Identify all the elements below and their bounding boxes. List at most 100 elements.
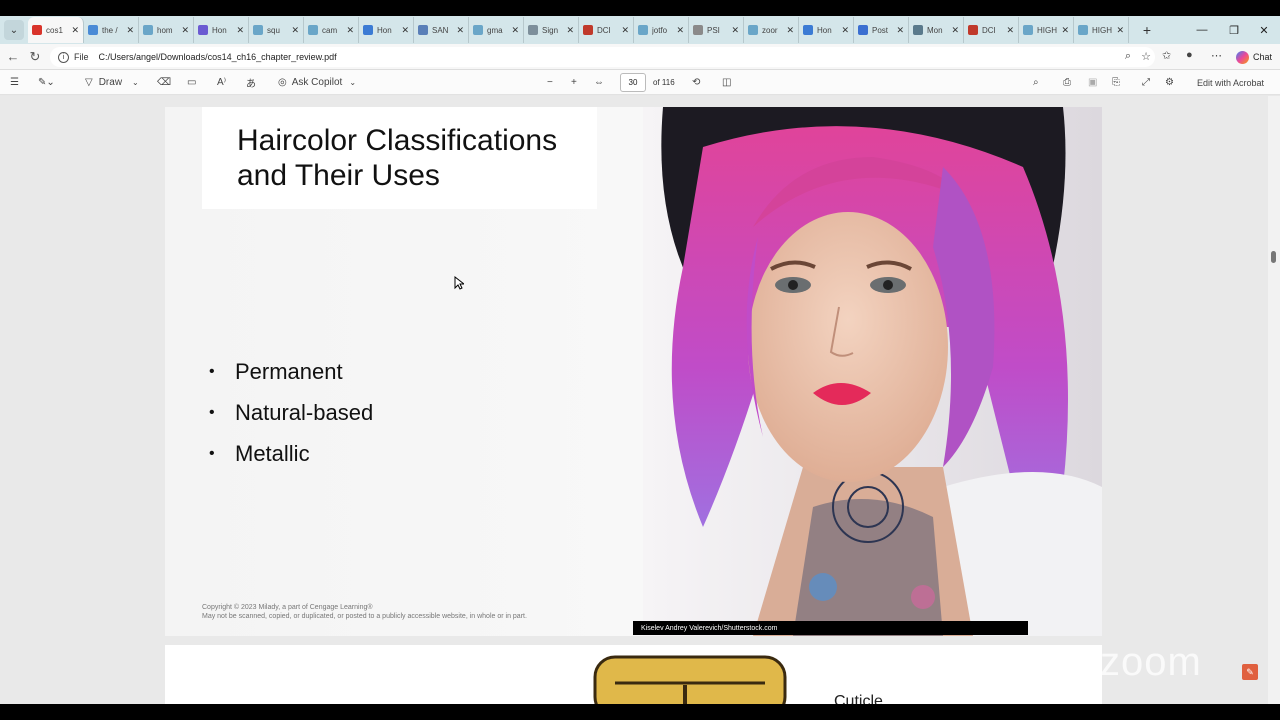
ask-copilot-label: Ask Copilot: [291, 77, 343, 88]
bullet-list: • Permanent • Natural-based • Metallic: [209, 351, 373, 474]
tab-close-icon[interactable]: ✕: [401, 25, 409, 36]
browser-tab[interactable]: DCI ✕: [964, 17, 1019, 43]
tab-close-icon[interactable]: ✕: [896, 25, 904, 36]
browser-tab[interactable]: cos1 ✕: [28, 17, 84, 43]
bottom-letterbox: [0, 704, 1280, 720]
browser-tab[interactable]: cam ✕: [304, 17, 359, 43]
page-view-icon[interactable]: ◫: [722, 70, 731, 95]
address-field[interactable]: i File C:/Users/angel/Downloads/cos14_ch…: [50, 47, 1155, 67]
draw-button[interactable]: ▽ Draw ⌄: [85, 70, 139, 95]
tab-label: SAN: [432, 25, 449, 35]
tab-close-icon[interactable]: ✕: [731, 25, 739, 36]
tab-favicon-icon: [858, 25, 868, 35]
back-icon[interactable]: ←: [2, 49, 24, 64]
tab-favicon-icon: [638, 25, 648, 35]
tab-close-icon[interactable]: ✕: [1116, 25, 1124, 36]
highlight-icon[interactable]: ✎⌄: [38, 70, 55, 95]
chat-button[interactable]: Chat: [1235, 48, 1272, 66]
browser-tab[interactable]: Post ✕: [854, 17, 909, 43]
browser-tab[interactable]: gma ✕: [469, 17, 524, 43]
browser-tab[interactable]: the / ✕: [84, 17, 139, 43]
browser-tab[interactable]: zoor ✕: [744, 17, 799, 43]
browser-tab[interactable]: squ ✕: [249, 17, 304, 43]
copyright-notice: Copyright © 2023 Milady, a part of Cenga…: [202, 603, 527, 621]
tab-favicon-icon: [1078, 25, 1088, 35]
tab-favicon-icon: [363, 25, 373, 35]
zoom-in-icon[interactable]: +: [571, 70, 577, 95]
tab-favicon-icon: [583, 25, 593, 35]
slide-photo: [643, 107, 1102, 636]
bullet-item: • Permanent: [209, 351, 373, 392]
browser-tab[interactable]: jotfo ✕: [634, 17, 689, 43]
read-aloud-icon[interactable]: A⁾: [217, 70, 226, 95]
bullet-dot-icon: •: [209, 362, 215, 380]
tab-close-icon[interactable]: ✕: [511, 25, 519, 36]
title-box: Haircolor Classifications and Their Uses: [202, 107, 597, 209]
tab-close-icon[interactable]: ✕: [71, 25, 79, 36]
tab-close-icon[interactable]: ✕: [786, 25, 794, 36]
tab-close-icon[interactable]: ✕: [841, 25, 849, 36]
tab-close-icon[interactable]: ✕: [236, 25, 244, 36]
browser-tab[interactable]: Sign ✕: [524, 17, 579, 43]
browser-tab[interactable]: HIGH ✕: [1074, 17, 1129, 43]
contents-icon[interactable]: ☰: [10, 70, 19, 95]
settings-gear-icon[interactable]: ⚙: [1165, 70, 1174, 95]
tab-close-icon[interactable]: ✕: [676, 25, 684, 36]
tab-close-icon[interactable]: ✕: [1061, 25, 1069, 36]
edit-with-acrobat-button[interactable]: Edit with Acrobat: [1197, 70, 1264, 95]
bookmark-star-icon[interactable]: ☆: [1141, 50, 1151, 63]
scrollbar-thumb[interactable]: [1271, 251, 1276, 263]
page-number-input[interactable]: 30: [620, 73, 646, 92]
restore-icon[interactable]: ❐: [1218, 16, 1250, 44]
close-window-icon[interactable]: ✕: [1248, 16, 1280, 44]
tab-favicon-icon: [748, 25, 758, 35]
tab-close-icon[interactable]: ✕: [951, 25, 959, 36]
pdf-viewer[interactable]: Haircolor Classifications and Their Uses…: [0, 96, 1268, 704]
tab-close-icon[interactable]: ✕: [346, 25, 354, 36]
new-tab-button[interactable]: +: [1137, 22, 1157, 38]
tab-close-icon[interactable]: ✕: [456, 25, 464, 36]
tab-label: HIGH: [1092, 25, 1112, 35]
tab-close-icon[interactable]: ✕: [621, 25, 629, 36]
browser-tab[interactable]: HIGH ✕: [1019, 17, 1074, 43]
top-letterbox: [0, 0, 1280, 16]
tab-close-icon[interactable]: ✕: [181, 25, 189, 36]
ask-copilot-button[interactable]: ◎ Ask Copilot ⌄: [278, 70, 356, 95]
browser-tab[interactable]: SAN ✕: [414, 17, 469, 43]
browser-tab[interactable]: PSI ✕: [689, 17, 744, 43]
tab-search-icon[interactable]: ⌄: [4, 20, 24, 40]
browser-tab[interactable]: hom ✕: [139, 17, 194, 43]
chat-label: Chat: [1252, 52, 1272, 62]
find-icon[interactable]: ⌕: [1033, 70, 1039, 95]
save-as-icon[interactable]: ⎘: [1112, 70, 1120, 95]
rotate-icon[interactable]: ⟲: [692, 70, 700, 95]
fit-page-icon[interactable]: ⇔: [594, 70, 604, 95]
print-icon[interactable]: ⎙: [1063, 70, 1071, 95]
vertical-scrollbar[interactable]: [1268, 96, 1280, 704]
more-menu-icon[interactable]: ⋯: [1211, 49, 1222, 62]
fullscreen-icon[interactable]: ⤢: [1142, 70, 1150, 95]
browser-tab[interactable]: Hon ✕: [194, 17, 249, 43]
tab-close-icon[interactable]: ✕: [291, 25, 299, 36]
favorites-icon[interactable]: ✩: [1162, 49, 1171, 62]
browser-tab[interactable]: Mon ✕: [909, 17, 964, 43]
browser-tab[interactable]: Hon ✕: [359, 17, 414, 43]
minimize-icon[interactable]: —: [1186, 16, 1218, 44]
tab-close-icon[interactable]: ✕: [126, 25, 134, 36]
reload-icon[interactable]: ↻: [24, 49, 46, 65]
tab-favicon-icon: [308, 25, 318, 35]
copyright-line: Copyright © 2023 Milady, a part of Cenga…: [202, 604, 373, 611]
profile-avatar-icon[interactable]: ●: [1186, 49, 1193, 61]
browser-tab[interactable]: Hon ✕: [799, 17, 854, 43]
eraser-icon[interactable]: ⌫: [157, 70, 171, 95]
tab-close-icon[interactable]: ✕: [566, 25, 574, 36]
text-box-icon[interactable]: ▭: [187, 70, 196, 95]
browser-tab[interactable]: DCI ✕: [579, 17, 634, 43]
zoom-icon[interactable]: ⌕: [1125, 50, 1131, 63]
save-icon: ▣: [1088, 77, 1098, 88]
zoom-out-icon[interactable]: −: [547, 70, 553, 95]
tab-close-icon[interactable]: ✕: [1006, 25, 1014, 36]
slide-title: Haircolor Classifications and Their Uses: [237, 124, 558, 192]
translate-icon[interactable]: あ: [246, 70, 256, 95]
site-info-icon[interactable]: i: [58, 51, 69, 63]
